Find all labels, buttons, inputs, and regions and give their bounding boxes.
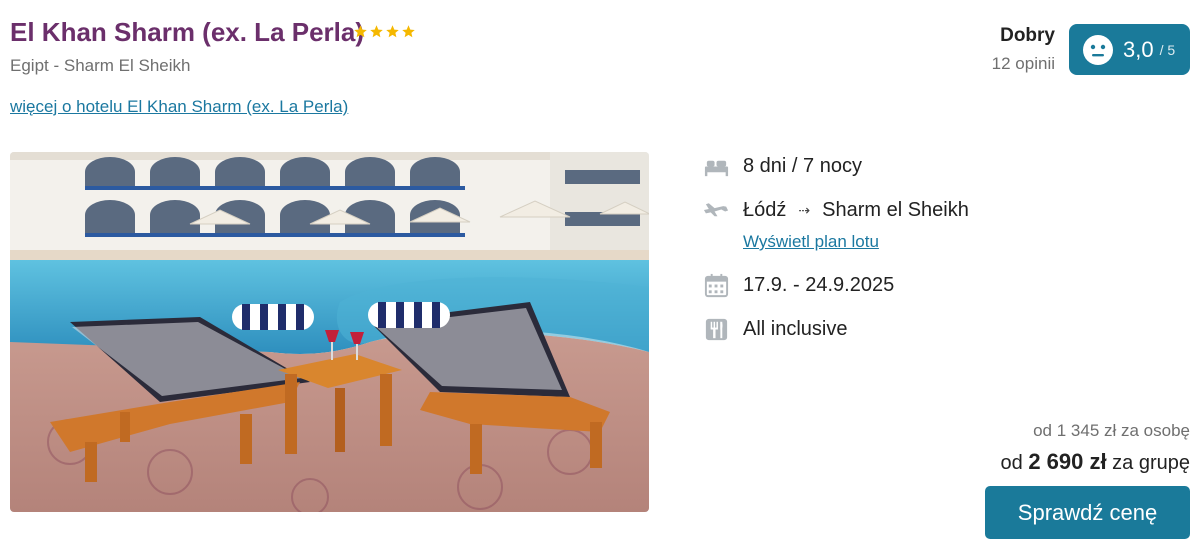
calendar-icon: [704, 273, 729, 298]
flight-plan-link[interactable]: Wyświetl plan lotu: [743, 232, 879, 252]
star-icon: [354, 25, 367, 38]
travel-dates: 17.9. - 24.9.2025: [743, 274, 895, 296]
rating-max: / 5: [1159, 41, 1176, 58]
duration-text: 8 dni / 7 nocy: [743, 155, 862, 177]
destination-city: Sharm el Sheikh: [822, 199, 969, 221]
price-group-amount: 2 690 zł: [1028, 449, 1107, 474]
route-arrow-icon: ⇢: [798, 202, 811, 218]
duration-row: 8 dni / 7 nocy: [703, 153, 862, 180]
star-icon: [386, 25, 399, 38]
flight-route-row: Łódź ⇢ Sharm el Sheikh: [703, 197, 969, 224]
reviews-count[interactable]: 12 opinii: [992, 54, 1055, 74]
star-icon: [370, 25, 383, 38]
departure-city: Łódź: [743, 199, 787, 221]
bed-icon: [704, 160, 729, 177]
price-group-prefix: od: [1000, 452, 1029, 474]
rating-value: 3,0: [1123, 36, 1154, 62]
neutral-face-icon: [1083, 34, 1113, 65]
hotel-photo[interactable]: [10, 152, 649, 512]
hotel-details-link[interactable]: więcej o hotelu El Khan Sharm (ex. La Pe…: [10, 97, 348, 117]
rating-badge[interactable]: 3,0 / 5: [1069, 24, 1190, 75]
star-icon: [402, 25, 415, 38]
board-row: All inclusive: [703, 316, 847, 343]
plane-icon: [703, 203, 729, 217]
price-per-person: od 1 345 zł za osobę: [1033, 421, 1190, 440]
rating-label: Dobry: [1000, 25, 1055, 46]
check-price-button[interactable]: Sprawdź cenę: [985, 486, 1190, 539]
cutlery-icon: [705, 318, 728, 341]
price-group: od 2 690 zł za grupę: [1001, 449, 1190, 475]
price-group-suffix: za grupę: [1106, 452, 1190, 474]
board-type: All inclusive: [743, 318, 848, 340]
hotel-location: Egipt - Sharm El Sheikh: [10, 56, 191, 75]
hotel-name[interactable]: El Khan Sharm (ex. La Perla): [10, 17, 364, 48]
dates-row: 17.9. - 24.9.2025: [703, 272, 894, 299]
star-rating: [353, 24, 416, 39]
